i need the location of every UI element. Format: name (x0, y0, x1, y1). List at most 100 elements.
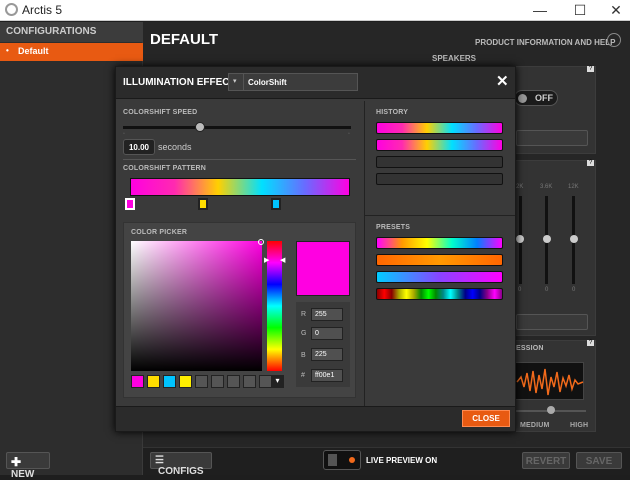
dropdown-divider (243, 74, 244, 90)
empty-swatch[interactable] (211, 375, 224, 388)
compression-slider-handle[interactable] (547, 406, 555, 414)
preset-item[interactable] (376, 288, 503, 300)
history-item[interactable] (376, 122, 503, 134)
speed-slider-handle[interactable] (195, 122, 205, 132)
speakers-label: SPEAKERS (432, 54, 477, 63)
hex-input[interactable]: ff00e1 (311, 369, 343, 382)
save-button[interactable]: SAVE (576, 452, 622, 469)
g-label: G (301, 330, 307, 337)
live-preview-toggle[interactable] (323, 450, 361, 470)
picker-cursor[interactable] (258, 239, 264, 245)
equalizer-panel (512, 160, 596, 336)
close-window-button[interactable]: ✕ (598, 0, 630, 21)
speed-slider-track[interactable] (123, 126, 351, 129)
color-picker-label: COLOR PICKER (131, 229, 188, 236)
toggle-handle (328, 454, 337, 466)
eq-freq-label: 12K (568, 184, 579, 190)
presets-label: PRESETS (376, 224, 411, 231)
speed-max-tick: ▫ (348, 131, 350, 137)
plus-icon: ✚ (11, 455, 22, 469)
speed-input[interactable]: 10.00 (123, 139, 155, 155)
speaker-toggle[interactable]: OFF (514, 90, 558, 106)
preset-item[interactable] (376, 254, 503, 266)
list-icon: ☰ (155, 455, 164, 466)
speaker-panel-button[interactable] (516, 130, 588, 146)
pattern-label: COLORSHIFT PATTERN (123, 165, 207, 172)
eq-value: 0 (518, 287, 522, 293)
close-icon[interactable]: ✕ (496, 72, 509, 90)
swatch-dropdown-icon[interactable]: ▾ (271, 375, 284, 388)
equalizer-panel-button[interactable] (516, 314, 588, 330)
help-mark[interactable]: ? (587, 66, 595, 72)
pattern-stop-marker[interactable] (271, 198, 281, 210)
empty-swatch[interactable] (195, 375, 208, 388)
maximize-button[interactable]: ☐ (562, 0, 598, 21)
history-item[interactable] (376, 139, 503, 151)
speed-label-text: COLORSHIFT SPEED (123, 109, 198, 116)
hex-label: # (301, 372, 305, 379)
eq-freq-label: 3.6K (540, 184, 553, 190)
eq-freq-label: 2K (516, 184, 524, 190)
product-info-link[interactable]: PRODUCT INFORMATION AND HELP (475, 38, 615, 47)
preset-item[interactable] (376, 271, 503, 283)
help-icon[interactable] (607, 33, 621, 47)
bullet-icon: • (6, 46, 9, 55)
compression-medium[interactable]: MEDIUM (520, 422, 550, 429)
revert-button[interactable]: REVERT (522, 452, 570, 469)
pattern-stop-marker[interactable] (125, 198, 135, 210)
toggle-led (349, 457, 355, 463)
empty-swatch[interactable] (243, 375, 256, 388)
b-label: B (301, 352, 306, 359)
compression-high[interactable]: HIGH (570, 422, 588, 429)
b-input[interactable]: 225 (311, 348, 343, 361)
configurations-header: CONFIGURATIONS (0, 22, 143, 42)
configs-button[interactable]: ☰ CONFIGS (150, 452, 212, 477)
window-titlebar: Arctis 5 — ☐ ✕ (0, 0, 630, 21)
divider (364, 215, 515, 216)
column-divider (364, 101, 365, 406)
history-label: HISTORY (376, 109, 409, 116)
divider (123, 159, 356, 160)
history-item-empty[interactable] (376, 156, 503, 168)
pattern-stop-marker[interactable] (198, 198, 208, 210)
swatch[interactable] (131, 375, 144, 388)
illumination-modal: ILLUMINATION EFFECT ▾ ColorShift ✕ COLOR… (115, 66, 516, 432)
config-item-default[interactable]: • Default (0, 43, 143, 61)
compression-label: ESSION (516, 345, 544, 352)
pattern-gradient[interactable] (130, 178, 350, 196)
new-config-button[interactable]: ✚ NEW (6, 452, 50, 480)
r-label: R (301, 311, 307, 318)
swatch[interactable] (179, 375, 192, 388)
history-item-empty[interactable] (376, 173, 503, 185)
help-mark[interactable]: ? (587, 160, 595, 166)
configs-label: CONFIGS (158, 466, 204, 477)
hue-marker-right[interactable]: ◀ (280, 256, 285, 264)
swatch[interactable] (163, 375, 176, 388)
saturation-brightness-area[interactable] (131, 241, 262, 371)
eq-slider-handle[interactable] (543, 235, 551, 243)
close-button[interactable]: CLOSE (462, 410, 510, 427)
effect-dropdown[interactable]: ▾ ColorShift (228, 73, 358, 91)
toggle-knob (518, 94, 527, 103)
waveform-graph (516, 368, 584, 396)
swatch[interactable] (147, 375, 160, 388)
eq-value: 0 (545, 287, 549, 293)
empty-swatch[interactable] (227, 375, 240, 388)
preset-item[interactable] (376, 237, 503, 249)
eq-value: 0 (572, 287, 576, 293)
waveform-display (514, 362, 584, 400)
hue-marker-left[interactable]: ▶ (264, 256, 269, 264)
chevron-down-icon: ▾ (233, 78, 237, 85)
minimize-button[interactable]: — (522, 0, 558, 21)
help-mark[interactable]: ? (587, 340, 595, 346)
modal-footer (116, 406, 515, 431)
live-preview-label: LIVE PREVIEW ON (366, 456, 438, 465)
effect-selected: ColorShift (248, 78, 287, 87)
g-input[interactable]: 0 (311, 327, 343, 340)
eq-slider-handle[interactable] (570, 235, 578, 243)
eq-slider-handle[interactable] (516, 235, 524, 243)
speed-min-tick: ▫ (123, 131, 125, 137)
r-input[interactable]: 255 (311, 308, 343, 321)
toggle-label: OFF (535, 93, 553, 103)
speed-unit: seconds (158, 142, 192, 152)
